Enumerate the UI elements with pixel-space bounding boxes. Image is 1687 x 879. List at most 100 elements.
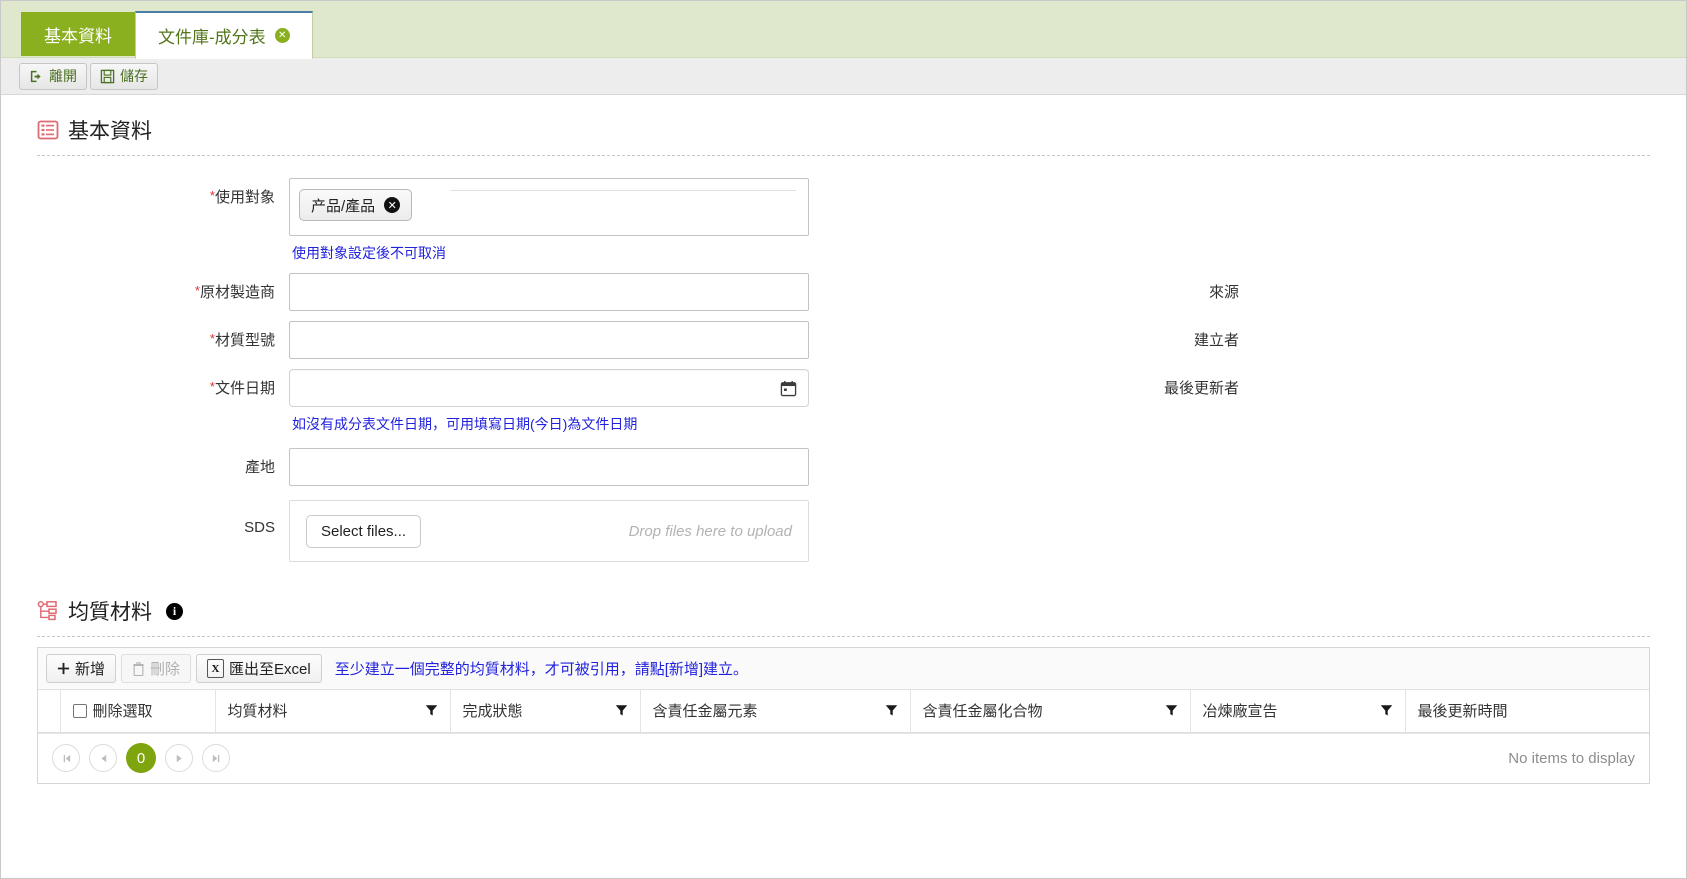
grid-header-smelter-declaration: 冶煉廠宣告 bbox=[1190, 690, 1406, 733]
leave-button[interactable]: 離開 bbox=[19, 62, 87, 90]
form-row-use-target: *使用對象 产品/產品 ✕ 使用對象設定後不可取消 bbox=[37, 178, 1650, 263]
manufacturer-label: *原材製造商 bbox=[37, 273, 289, 302]
save-button[interactable]: 儲存 bbox=[90, 62, 158, 90]
exit-icon bbox=[29, 69, 44, 84]
grid-header-completion-status-label: 完成狀態 bbox=[462, 703, 523, 721]
grid-header-delete-select-label: 刪除選取 bbox=[92, 703, 153, 721]
use-target-hint: 使用對象設定後不可取消 bbox=[292, 245, 446, 261]
close-icon[interactable]: ✕ bbox=[274, 28, 290, 43]
grid-header-responsible-metal-compound: 含責任金屬化合物 bbox=[910, 690, 1191, 733]
material-model-control bbox=[289, 321, 809, 359]
material-model-input[interactable] bbox=[289, 321, 809, 359]
add-button[interactable]: 新增 bbox=[46, 654, 117, 683]
first-page-icon[interactable] bbox=[52, 744, 80, 772]
basic-data-form: *使用對象 产品/產品 ✕ 使用對象設定後不可取消 *原材製造商 來源 *材質型… bbox=[37, 164, 1650, 562]
grid-header-responsible-metal-element-label: 含責任金屬元素 bbox=[652, 703, 758, 721]
command-toolbar: 離開 儲存 bbox=[1, 58, 1686, 95]
manufacturer-label-text: 原材製造商 bbox=[199, 284, 275, 301]
grid-header-responsible-metal-element: 含責任金屬元素 bbox=[640, 690, 911, 733]
doc-date-label-text: 文件日期 bbox=[214, 380, 275, 397]
next-page-icon[interactable] bbox=[165, 744, 193, 772]
add-button-label: 新增 bbox=[75, 661, 106, 678]
grid-header-last-update-time-label: 最後更新時間 bbox=[1417, 703, 1508, 721]
doc-date-input[interactable] bbox=[290, 370, 768, 406]
list-form-icon bbox=[37, 119, 59, 141]
remove-token-icon[interactable]: ✕ bbox=[384, 197, 401, 213]
grid-table: 刪除選取 均質材料 完成狀態 含責任金屬元素 含責任金屬化合物 冶煉廠宣告 最後… bbox=[38, 690, 1649, 733]
delete-button-label: 刪除 bbox=[150, 661, 181, 678]
filter-icon[interactable] bbox=[425, 704, 438, 717]
homogeneous-material-grid: 新增 刪除 X 匯出至Excel 至少建立一個完整的均質材料，才可被引用，請點[… bbox=[37, 647, 1650, 784]
form-row-material-model: *材質型號 建立者 bbox=[37, 321, 1650, 359]
grid-pager: 0 No items to display bbox=[38, 732, 1649, 783]
use-target-token[interactable]: 产品/產品 ✕ bbox=[299, 189, 413, 221]
basic-data-section-header: 基本資料 bbox=[37, 95, 1650, 155]
last-page-icon[interactable] bbox=[202, 744, 230, 772]
material-model-label: *材質型號 bbox=[37, 321, 289, 350]
grid-toolbar: 新增 刪除 X 匯出至Excel 至少建立一個完整的均質材料，才可被引用，請點[… bbox=[38, 648, 1649, 690]
section-divider bbox=[37, 636, 1650, 637]
drop-files-message: Drop files here to upload bbox=[628, 522, 792, 540]
manufacturer-control bbox=[289, 273, 809, 311]
doc-date-hint: 如沒有成分表文件日期，可用填寫日期(今日)為文件日期 bbox=[292, 416, 638, 432]
grid-header-spacer bbox=[38, 690, 61, 733]
origin-label-text: 產地 bbox=[244, 459, 275, 476]
form-row-origin: 產地 bbox=[37, 448, 1650, 486]
save-button-label: 儲存 bbox=[120, 68, 148, 84]
application-window: 基本資料 文件庫-成分表 ✕ 離開 儲存 基本資料 *使用對象 产品/產品 ✕ … bbox=[0, 0, 1687, 879]
origin-control bbox=[289, 448, 809, 486]
grid-header-smelter-declaration-label: 冶煉廠宣告 bbox=[1202, 703, 1278, 721]
floppy-disk-icon bbox=[100, 69, 115, 84]
creator-label: 建立者 bbox=[1193, 332, 1239, 349]
basic-data-section-title: 基本資料 bbox=[68, 120, 152, 143]
form-row-doc-date: *文件日期 如沒有成分表文件日期，可用填寫日期(今日)為文件日期 最後更新者 bbox=[37, 369, 1650, 434]
filter-icon[interactable] bbox=[1165, 704, 1178, 717]
page-body: 基本資料 *使用對象 产品/產品 ✕ 使用對象設定後不可取消 *原材製造商 來源… bbox=[1, 95, 1686, 784]
filter-icon[interactable] bbox=[885, 704, 898, 717]
sds-dropzone[interactable]: Select files... Drop files here to uploa… bbox=[289, 500, 809, 562]
select-files-button[interactable]: Select files... bbox=[306, 514, 422, 548]
tab-document-library-composition-label: 文件庫-成分表 bbox=[158, 28, 266, 47]
filter-icon[interactable] bbox=[1380, 704, 1393, 717]
doc-date-picker[interactable] bbox=[289, 369, 809, 407]
plus-icon bbox=[57, 662, 70, 675]
select-all-checkbox[interactable] bbox=[72, 703, 87, 718]
form-row-manufacturer: *原材製造商 來源 bbox=[37, 273, 1650, 311]
tab-document-library-composition[interactable]: 文件庫-成分表 ✕ bbox=[135, 11, 313, 59]
grid-header-delete-select: 刪除選取 bbox=[60, 690, 216, 733]
homogeneous-material-section-header: 均質材料 i bbox=[37, 572, 1650, 636]
material-model-label-text: 材質型號 bbox=[214, 332, 275, 349]
sds-label-text: SDS bbox=[244, 519, 275, 536]
use-target-label-text: 使用對象 bbox=[214, 189, 275, 206]
grid-header-completion-status: 完成狀態 bbox=[450, 690, 641, 733]
leave-button-label: 離開 bbox=[49, 68, 77, 84]
tab-basic-data-label: 基本資料 bbox=[44, 27, 112, 46]
section-divider bbox=[37, 155, 1650, 156]
current-page-number[interactable]: 0 bbox=[126, 743, 156, 773]
form-row-sds: SDS Select files... Drop files here to u… bbox=[37, 500, 1650, 562]
grid-header-homogeneous-material: 均質材料 bbox=[215, 690, 451, 733]
use-target-label: *使用對象 bbox=[37, 178, 289, 207]
use-target-control: 产品/產品 ✕ 使用對象設定後不可取消 bbox=[289, 178, 809, 263]
hierarchy-icon bbox=[37, 600, 59, 622]
calendar-icon[interactable] bbox=[768, 380, 808, 397]
tab-basic-data[interactable]: 基本資料 bbox=[21, 12, 135, 56]
grid-header-responsible-metal-compound-label: 含責任金屬化合物 bbox=[922, 703, 1043, 721]
use-target-token-label: 产品/產品 bbox=[311, 197, 376, 215]
grid-header-homogeneous-material-label: 均質材料 bbox=[227, 703, 288, 721]
excel-icon: X bbox=[207, 659, 225, 678]
manufacturer-input[interactable] bbox=[289, 273, 809, 311]
tab-strip: 基本資料 文件庫-成分表 ✕ bbox=[1, 1, 1686, 59]
grid-toolbar-note: 至少建立一個完整的均質材料，才可被引用，請點[新增]建立。 bbox=[334, 661, 749, 678]
sds-control: Select files... Drop files here to uploa… bbox=[289, 500, 809, 562]
use-target-multiselect[interactable]: 产品/產品 ✕ bbox=[289, 178, 809, 236]
filter-icon[interactable] bbox=[615, 704, 628, 717]
prev-page-icon[interactable] bbox=[89, 744, 117, 772]
grid-header-row: 刪除選取 均質材料 完成狀態 含責任金屬元素 含責任金屬化合物 冶煉廠宣告 最後… bbox=[38, 690, 1649, 733]
origin-input[interactable] bbox=[289, 448, 809, 486]
homogeneous-material-section-title: 均質材料 bbox=[68, 601, 152, 624]
export-excel-button[interactable]: X 匯出至Excel bbox=[196, 654, 322, 683]
info-icon[interactable]: i bbox=[166, 602, 183, 620]
delete-button: 刪除 bbox=[121, 654, 192, 683]
last-updater-label: 最後更新者 bbox=[1163, 380, 1239, 397]
